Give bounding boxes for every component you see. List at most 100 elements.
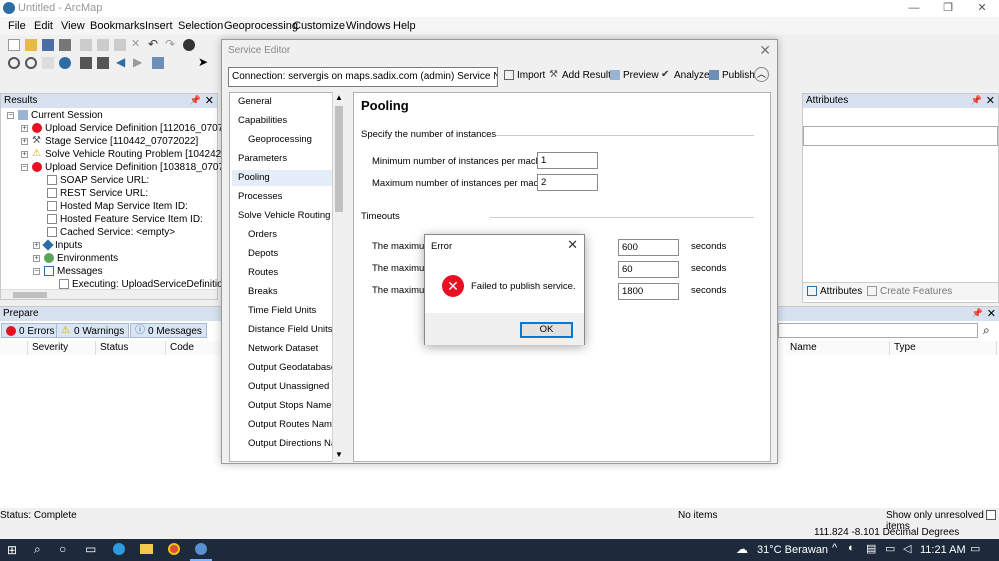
- show-unresolved-checkbox[interactable]: [986, 510, 996, 520]
- display-icon[interactable]: ▭: [885, 542, 895, 555]
- search-icon[interactable]: ⌕: [983, 323, 990, 338]
- column-severity[interactable]: Severity: [28, 341, 96, 355]
- nav-routes[interactable]: Routes: [232, 265, 336, 281]
- cortana-icon[interactable]: ○: [59, 542, 66, 556]
- menu-customize[interactable]: Customize: [293, 20, 345, 32]
- nav-output-directions-name[interactable]: Output Directions Nam: [232, 436, 344, 452]
- maximize-icon[interactable]: ❐: [931, 0, 965, 17]
- zoom-out-icon[interactable]: [25, 57, 37, 69]
- task-view-icon[interactable]: ▭: [85, 542, 96, 556]
- expand-icon[interactable]: +: [33, 254, 40, 262]
- menu-edit[interactable]: Edit: [34, 20, 53, 32]
- error-dialog-close-icon[interactable]: ✕: [567, 237, 578, 253]
- panel-close-icon[interactable]: ✕: [205, 94, 214, 107]
- tree-item[interactable]: + Environments: [33, 252, 118, 265]
- nav-geoprocessing[interactable]: Geoprocessing: [232, 132, 336, 148]
- search-icon[interactable]: ⌕: [34, 542, 41, 557]
- nav-orders[interactable]: Orders: [232, 227, 336, 243]
- print-icon[interactable]: [59, 39, 71, 51]
- forward-icon[interactable]: ▶: [133, 55, 145, 69]
- close-icon[interactable]: ✕: [965, 0, 999, 17]
- horizontal-scrollbar[interactable]: [1, 289, 217, 299]
- timeout-input-2[interactable]: 60: [618, 261, 679, 278]
- collapse-icon[interactable]: −: [7, 111, 14, 119]
- nav-capabilities[interactable]: Capabilities: [232, 113, 336, 129]
- analyze-button[interactable]: ✔ Analyze: [661, 70, 710, 81]
- column-status[interactable]: Status: [96, 341, 166, 355]
- nav-distance-field-units[interactable]: Distance Field Units: [232, 322, 336, 338]
- tree-leaf[interactable]: Cached Service: <empty>: [47, 226, 175, 239]
- clock-time[interactable]: 11:21 AM: [920, 544, 966, 556]
- column-name[interactable]: Name: [786, 341, 890, 355]
- weather-icon[interactable]: ☁: [736, 542, 748, 556]
- tree-leaf[interactable]: SOAP Service URL:: [47, 174, 149, 187]
- panel-close-icon[interactable]: ✕: [986, 94, 995, 107]
- tree-item[interactable]: + Inputs: [33, 239, 82, 252]
- copy-icon[interactable]: [97, 39, 109, 51]
- scrollbar-thumb[interactable]: [13, 292, 47, 298]
- tree-item[interactable]: − Upload Service Definition [103818_07072…: [21, 161, 235, 174]
- pin-icon[interactable]: 📌: [971, 95, 982, 106]
- delete-icon[interactable]: ✕: [131, 37, 143, 50]
- fixed-zoom-out-icon[interactable]: [97, 57, 109, 69]
- scrollbar-thumb[interactable]: [335, 106, 343, 212]
- menu-windows[interactable]: Windows: [346, 20, 391, 32]
- search-input[interactable]: [778, 323, 978, 338]
- new-icon[interactable]: [8, 39, 20, 51]
- tree-item[interactable]: − Messages: [33, 265, 103, 278]
- volume-icon[interactable]: ◁: [903, 542, 911, 555]
- tree-item[interactable]: + Upload Service Definition [112016_07072…: [21, 122, 234, 135]
- timeout-input-1[interactable]: 600: [618, 239, 679, 256]
- minimize-icon[interactable]: —: [897, 0, 931, 17]
- chrome-icon[interactable]: [168, 543, 180, 555]
- select-pointer-icon[interactable]: ➤: [198, 55, 210, 69]
- collapse-icon[interactable]: −: [21, 163, 28, 171]
- panel-close-icon[interactable]: ✕: [987, 307, 996, 320]
- tree-leaf[interactable]: Hosted Map Service Item ID:: [47, 200, 188, 213]
- tree-item[interactable]: + ⚠ Solve Vehicle Routing Problem [104242_…: [21, 148, 232, 161]
- menu-insert[interactable]: Insert: [145, 20, 173, 32]
- connection-field[interactable]: Connection: servergis on maps.sadix.com …: [228, 67, 498, 87]
- arcmap-taskbar-icon[interactable]: [195, 543, 207, 555]
- network-icon[interactable]: ▤: [866, 542, 876, 555]
- menu-help[interactable]: Help: [393, 20, 416, 32]
- full-extent-icon[interactable]: [59, 57, 71, 69]
- add-result-button[interactable]: ⚒ Add Result: [549, 70, 611, 81]
- nav-network-dataset[interactable]: Network Dataset: [232, 341, 336, 357]
- nav-output-stops-name[interactable]: Output Stops Name: [232, 398, 336, 414]
- nav-processes[interactable]: Processes: [232, 189, 336, 205]
- add-data-icon[interactable]: [183, 39, 195, 51]
- undo-icon[interactable]: ↶: [148, 37, 160, 51]
- nav-output-unassigned-stops[interactable]: Output Unassigned Sto: [232, 379, 344, 395]
- tab-warnings[interactable]: ⚠ 0 Warnings: [56, 323, 130, 338]
- nav-breaks[interactable]: Breaks: [232, 284, 336, 300]
- max-instances-input[interactable]: 2: [537, 174, 598, 191]
- show-hidden-icons[interactable]: ^: [832, 542, 837, 554]
- nav-parameters[interactable]: Parameters: [232, 151, 336, 167]
- pin-icon[interactable]: 📌: [972, 308, 983, 319]
- tab-attributes[interactable]: Attributes: [807, 286, 862, 297]
- nav-output-geodatabase[interactable]: Output Geodatabase \: [232, 360, 341, 376]
- tree-leaf[interactable]: REST Service URL:: [47, 187, 148, 200]
- service-editor-close-icon[interactable]: ✕: [759, 42, 771, 59]
- expand-icon[interactable]: +: [21, 124, 28, 132]
- tab-errors[interactable]: 0 Errors: [1, 323, 60, 338]
- preview-button[interactable]: Preview: [610, 70, 659, 81]
- scroll-down-icon[interactable]: ▼: [335, 450, 343, 459]
- menu-selection[interactable]: Selection: [178, 20, 223, 32]
- ok-button[interactable]: OK: [520, 322, 573, 338]
- column-code[interactable]: Code: [166, 341, 222, 355]
- collapse-icon[interactable]: −: [33, 267, 40, 275]
- tree-leaf[interactable]: Hosted Feature Service Item ID:: [47, 213, 203, 226]
- publish-button[interactable]: Publish: [709, 70, 755, 81]
- timeout-input-3[interactable]: 1800: [618, 283, 679, 300]
- nav-depots[interactable]: Depots: [232, 246, 336, 262]
- select-features-icon[interactable]: [152, 57, 164, 69]
- column-header[interactable]: [0, 341, 28, 355]
- attributes-list[interactable]: [803, 126, 998, 146]
- collapse-chevron-icon[interactable]: ︿: [754, 67, 769, 82]
- security-icon[interactable]: ◐: [848, 542, 855, 554]
- menu-geoprocessing[interactable]: Geoprocessing: [224, 20, 298, 32]
- back-icon[interactable]: ◀: [116, 55, 128, 69]
- paste-icon[interactable]: [114, 39, 126, 51]
